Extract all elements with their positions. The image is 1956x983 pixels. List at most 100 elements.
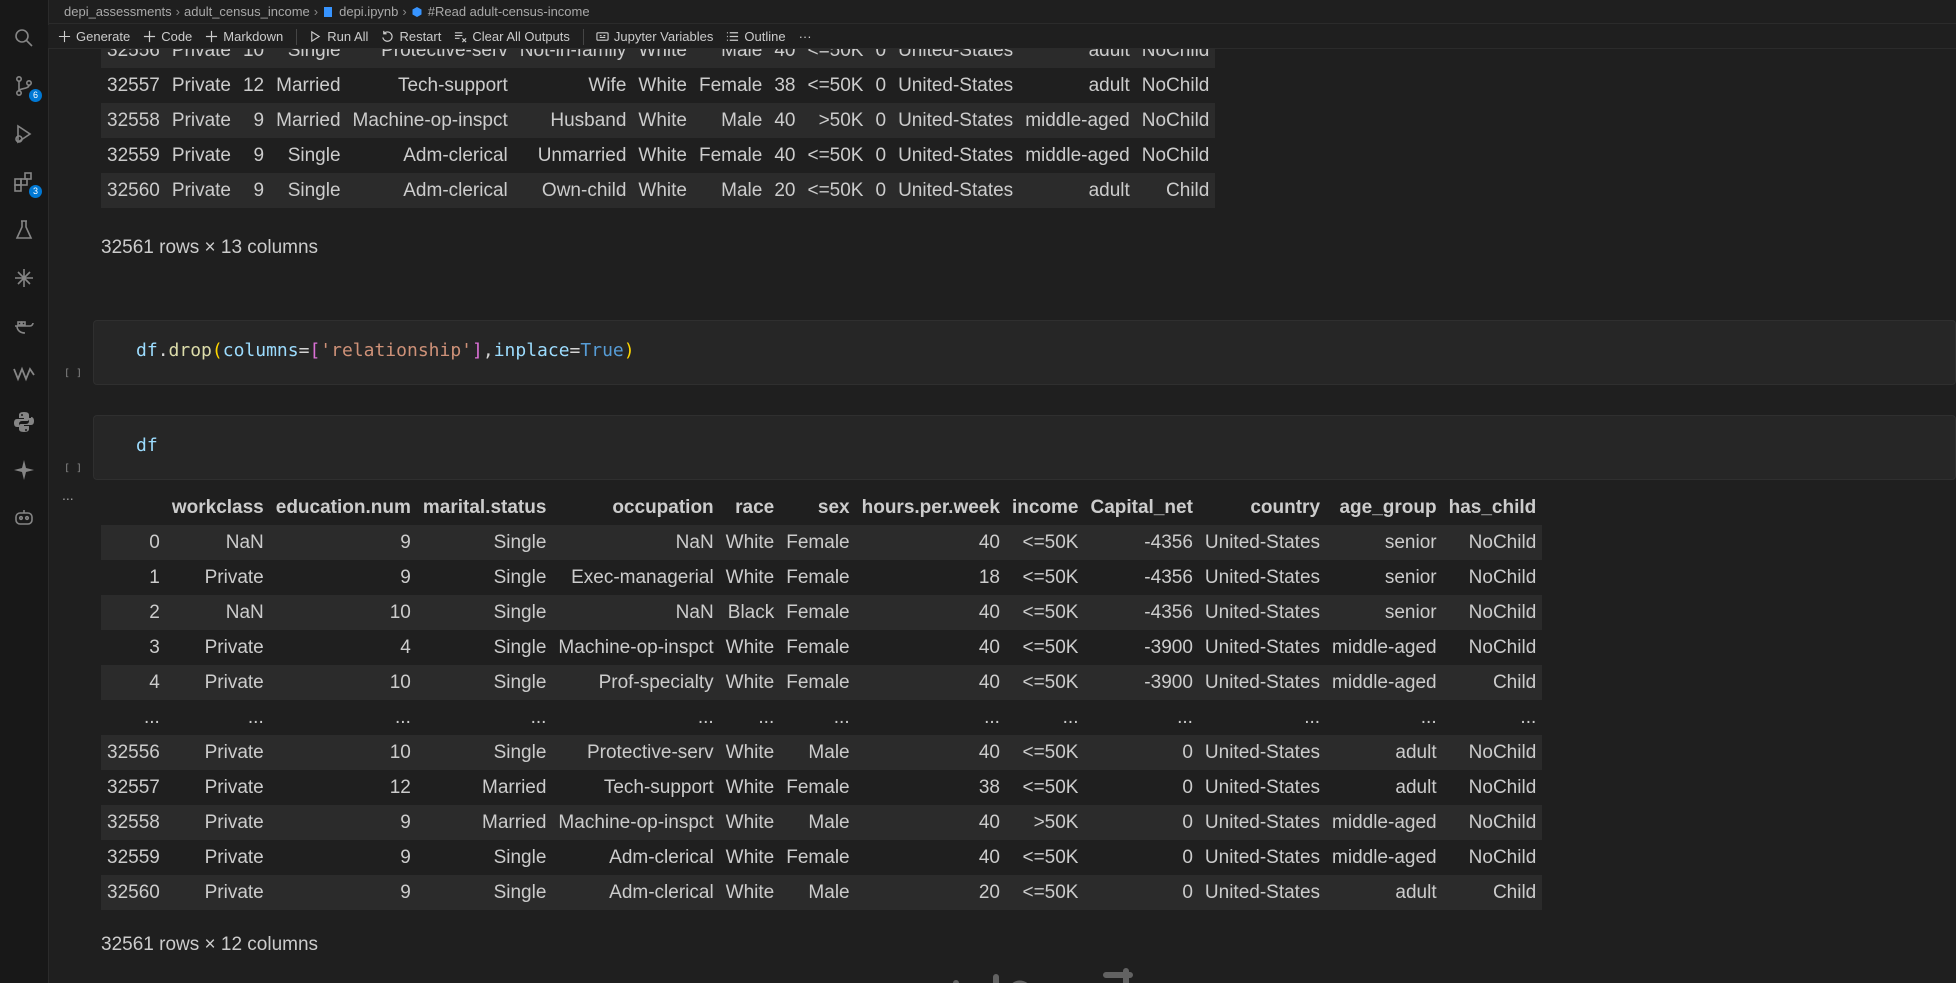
jupyter-variables-button[interactable]: Jupyter Variables <box>596 29 713 44</box>
table-row: 32560 Private 9 Single Adm-clerical White Male… <box>101 875 1543 910</box>
table-cell: Private <box>204 846 264 868</box>
clear-all-outputs-label: Clear All Outputs <box>472 29 570 44</box>
table-row: 32556 Private 10 Single Protective-serv White… <box>101 735 1543 770</box>
sparkle-icon <box>58 30 71 43</box>
table-cell: 40 <box>978 741 1000 763</box>
row-index-cell: 32558 <box>107 811 160 833</box>
table-cell: 0 <box>1182 811 1193 833</box>
table-cell: 0 <box>875 109 887 131</box>
add-code-cell-button[interactable]: Code <box>143 29 192 44</box>
code-token: True <box>580 340 624 361</box>
breadcrumb-item-file[interactable]: depi.ipynb <box>322 4 398 19</box>
restart-button[interactable]: Restart <box>381 29 441 44</box>
table-cell: Exec-managerial <box>571 566 714 588</box>
breadcrumb-file-label: depi.ipynb <box>339 4 399 19</box>
row-index-cell: 4 <box>149 671 160 693</box>
breadcrumb-item-folder-2[interactable]: adult_census_income <box>184 4 310 19</box>
python-icon[interactable] <box>12 410 36 434</box>
table-cell: Male <box>721 109 763 131</box>
column-header: Capital_net <box>1090 496 1193 518</box>
table-cell: 10 <box>389 601 411 623</box>
table-row: 32556 Private 10 Single Protective-serv Not-i… <box>101 49 1216 68</box>
table-cell: Private <box>204 881 264 903</box>
table-cell: NoChild <box>1141 49 1210 61</box>
generate-button[interactable]: Generate <box>58 29 130 44</box>
generate-label: Generate <box>76 29 131 44</box>
table-row: 3 Private 4 Single Machine-op-inspct White Fem… <box>101 630 1543 665</box>
dataframe-output-table-2: workclass education.num marital.status occu… <box>101 490 1543 910</box>
more-actions-button[interactable]: ··· <box>799 29 812 44</box>
table-row: 4 Private 10 Single Prof-specialty White Femal… <box>101 665 1543 700</box>
variables-icon <box>596 32 609 41</box>
table-cell: Child <box>1492 881 1537 903</box>
row-index-cell: 32559 <box>107 846 160 868</box>
clear-all-outputs-button[interactable]: Clear All Outputs <box>454 29 570 44</box>
search-icon[interactable] <box>12 26 36 50</box>
table-cell: White <box>725 776 775 798</box>
container-icon[interactable] <box>12 314 36 338</box>
code-editor[interactable]: df <box>136 435 158 456</box>
table-cell: United-States <box>1204 566 1321 588</box>
table-cell: United-States <box>1204 741 1321 763</box>
extensions-badge: 3 <box>29 185 42 198</box>
table-cell: Adm-clerical <box>609 881 714 903</box>
table-cell: >50K <box>1033 811 1079 833</box>
table-cell: Private <box>171 49 231 61</box>
table-row: 32558 Private 9 Married Machine-op-inspct Hus… <box>101 103 1216 138</box>
table-cell: 20 <box>774 179 796 201</box>
table-cell: <=50K <box>1022 636 1079 658</box>
breadcrumb-item-section[interactable]: #Read adult-census-income <box>411 4 590 19</box>
code-cell[interactable]: df <box>93 415 1956 480</box>
table-cell: United-States <box>1204 846 1321 868</box>
table-cell: ... <box>1177 706 1193 728</box>
table-cell: <=50K <box>1022 846 1079 868</box>
row-index-cell: ... <box>144 706 160 728</box>
breadcrumb-separator-icon: › <box>313 4 319 19</box>
more-actions-icon: ··· <box>798 29 812 44</box>
wave-icon[interactable] <box>12 362 36 386</box>
table-cell: United-States <box>1204 671 1321 693</box>
code-token: [ <box>309 340 321 361</box>
table-cell: Prof-specialty <box>598 671 714 693</box>
output-actions-icon[interactable]: ... <box>62 487 74 503</box>
row-index-cell: 32560 <box>107 881 160 903</box>
breadcrumb-item-folder-1[interactable]: depi_assessments <box>64 4 172 19</box>
table-cell: Female <box>786 846 850 868</box>
table-cell: Private <box>204 776 264 798</box>
column-header: race <box>735 496 775 518</box>
table-cell: Single <box>493 881 547 903</box>
extensions-icon[interactable]: 3 <box>12 170 42 198</box>
sparkle-icon[interactable] <box>12 266 36 290</box>
table-cell: Private <box>204 671 264 693</box>
row-index-cell: 32559 <box>107 144 160 166</box>
add-markdown-cell-button[interactable]: Markdown <box>205 29 283 44</box>
plus-icon <box>144 30 156 43</box>
dataframe-shape-text: 32561 rows × 13 columns <box>101 237 319 258</box>
table-cell: Single <box>287 144 341 166</box>
run-debug-icon[interactable] <box>12 122 36 146</box>
code-cell[interactable]: df.drop(columns=['relationship'],inplace… <box>93 320 1956 385</box>
table-cell: Single <box>493 741 547 763</box>
code-editor[interactable]: df.drop(columns=['relationship'],inplace… <box>136 340 635 361</box>
copilot-star-icon[interactable] <box>12 458 36 482</box>
source-control-icon[interactable]: 6 <box>12 74 42 102</box>
chat-bot-icon[interactable] <box>12 506 36 530</box>
table-cell: Married <box>482 811 547 833</box>
testing-flask-icon[interactable] <box>12 218 36 242</box>
table-cell: United-States <box>1204 636 1321 658</box>
run-all-icon <box>311 30 321 43</box>
outline-button[interactable]: Outline <box>726 29 786 44</box>
row-index-cell: 32556 <box>107 741 160 763</box>
table-cell: 10 <box>389 741 411 763</box>
run-all-button[interactable]: Run All <box>309 29 368 44</box>
table-cell: 0 <box>875 74 887 96</box>
row-index-cell: 1 <box>149 566 160 588</box>
table-cell: 40 <box>774 144 796 166</box>
table-cell: Female <box>786 776 850 798</box>
table-cell: Male <box>721 179 763 201</box>
column-header: country <box>1250 496 1321 518</box>
table-cell: Private <box>171 179 231 201</box>
table-cell: NoChild <box>1468 531 1537 553</box>
table-cell: 0 <box>875 49 887 61</box>
code-token: inplace <box>493 340 570 361</box>
